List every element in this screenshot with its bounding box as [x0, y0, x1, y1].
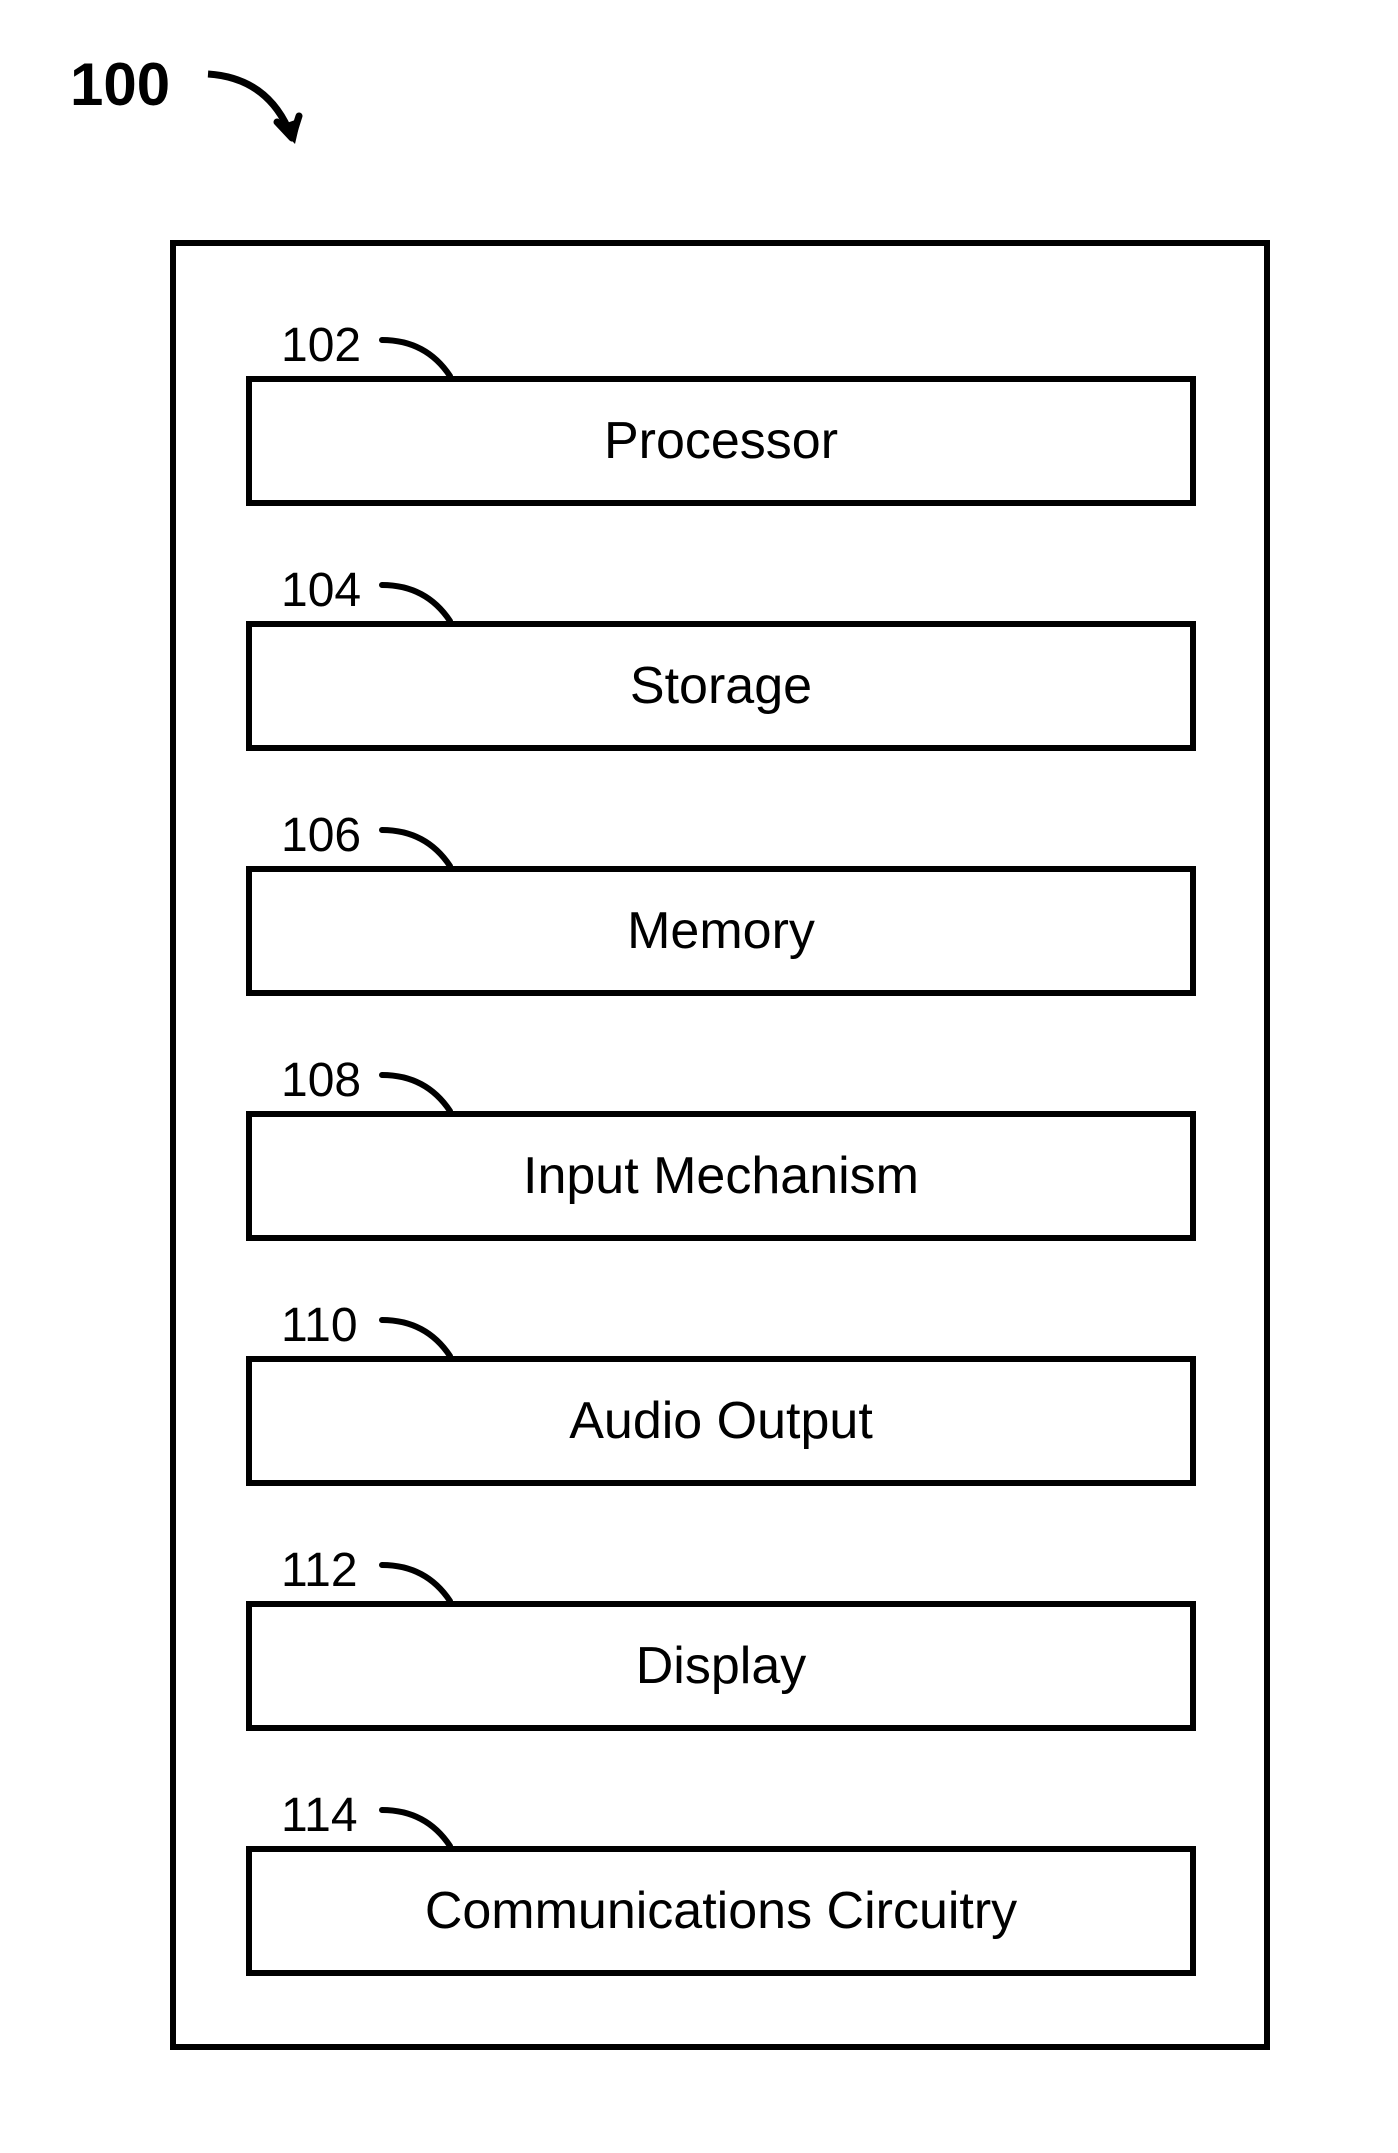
reference-number: 106: [281, 808, 361, 863]
component-box: Memory: [246, 866, 1196, 996]
component-memory: 106 Memory: [246, 866, 1196, 996]
lead-line-icon: [376, 1561, 464, 1607]
reference-number: 112: [281, 1543, 358, 1598]
reference-number: 104: [281, 563, 361, 618]
component-label: Communications Circuitry: [425, 1881, 1017, 1941]
component-label: Input Mechanism: [523, 1146, 919, 1206]
component-box: Audio Output: [246, 1356, 1196, 1486]
component-box: Storage: [246, 621, 1196, 751]
component-processor: 102 Processor: [246, 376, 1196, 506]
reference-number: 114: [281, 1788, 358, 1843]
diagram-canvas: 100 102 Processor 104 Storage 106: [0, 0, 1398, 2153]
component-label: Display: [636, 1636, 807, 1696]
component-communications-circuitry: 114 Communications Circuitry: [246, 1846, 1196, 1976]
component-display: 112 Display: [246, 1601, 1196, 1731]
reference-number: 102: [281, 318, 361, 373]
lead-line-icon: [376, 1316, 464, 1362]
reference-number: 110: [281, 1298, 358, 1353]
lead-line-icon: [376, 581, 464, 627]
lead-line-icon: [376, 1806, 464, 1852]
component-input-mechanism: 108 Input Mechanism: [246, 1111, 1196, 1241]
figure-reference-number: 100: [70, 50, 170, 119]
figure-reference-arrow-icon: [200, 60, 320, 170]
device-container: 102 Processor 104 Storage 106 Memory: [170, 240, 1270, 2050]
component-label: Processor: [604, 411, 838, 471]
component-label: Memory: [627, 901, 815, 961]
component-storage: 104 Storage: [246, 621, 1196, 751]
lead-line-icon: [376, 826, 464, 872]
component-box: Display: [246, 1601, 1196, 1731]
component-label: Audio Output: [569, 1391, 873, 1451]
lead-line-icon: [376, 336, 464, 382]
component-audio-output: 110 Audio Output: [246, 1356, 1196, 1486]
lead-line-icon: [376, 1071, 464, 1117]
component-box: Communications Circuitry: [246, 1846, 1196, 1976]
component-label: Storage: [630, 656, 812, 716]
component-box: Processor: [246, 376, 1196, 506]
component-box: Input Mechanism: [246, 1111, 1196, 1241]
reference-number: 108: [281, 1053, 361, 1108]
